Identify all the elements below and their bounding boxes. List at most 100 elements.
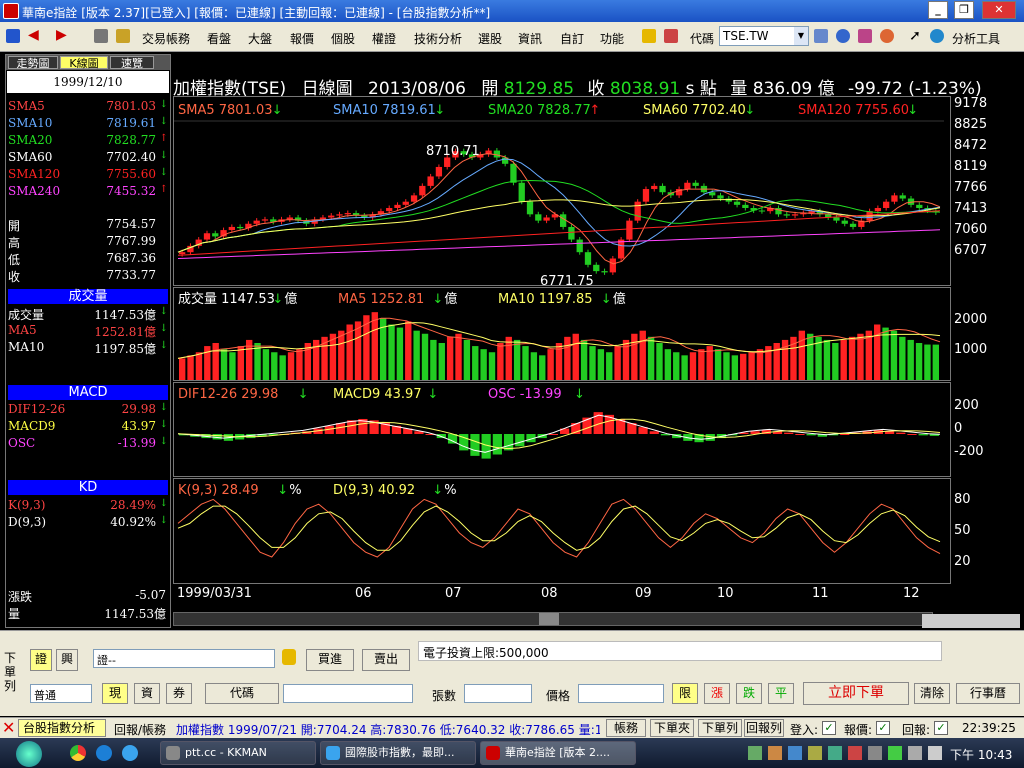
task-kkman[interactable]: ptt.cc - KKMAN xyxy=(160,741,316,765)
task-huanan[interactable]: 華南e指詮 [版本 2.... xyxy=(480,741,636,765)
tab-sell[interactable]: 興 xyxy=(56,649,78,671)
code-input[interactable]: TSE.TW ▼ xyxy=(719,26,809,46)
menu-item[interactable]: 資訊 xyxy=(518,30,542,47)
tray-icon[interactable] xyxy=(788,746,802,760)
volume-bar xyxy=(179,358,186,380)
calendar-icon[interactable] xyxy=(664,29,678,43)
place-order-button[interactable]: 立即下單 xyxy=(803,682,909,705)
clear-button[interactable]: 清除 xyxy=(914,683,950,704)
menu-item[interactable]: 自訂 xyxy=(560,30,584,47)
y-tick-label: -200 xyxy=(954,444,984,459)
lightning-icon[interactable] xyxy=(642,29,656,43)
tray-icon[interactable] xyxy=(888,746,902,760)
limit-down-button[interactable]: 跌 xyxy=(736,683,762,704)
account-select[interactable]: 證-- xyxy=(93,649,275,668)
order-type-select[interactable]: 普通 xyxy=(30,684,92,703)
close-tab-icon[interactable]: ✕ xyxy=(2,719,15,737)
ie-icon[interactable] xyxy=(122,745,138,761)
network-icon[interactable] xyxy=(908,746,922,760)
close-button[interactable]: ✕ xyxy=(982,1,1016,19)
volume-pane[interactable]: 成交量 1147.53 ↓ 億 MA5 1252.81 ↓ 億 MA10 1197.85 ↓ 億 xyxy=(173,287,951,381)
flat-price-button[interactable]: 平 xyxy=(768,683,794,704)
menu-item[interactable]: 看盤 xyxy=(207,30,231,47)
menu-item[interactable]: 交易帳務 xyxy=(142,30,190,47)
chevron-down-icon[interactable]: ▼ xyxy=(794,27,808,45)
start-button[interactable] xyxy=(2,739,58,767)
chart-tool-icons[interactable] xyxy=(922,614,1020,628)
menu-item[interactable]: 報價 xyxy=(290,30,314,47)
tab-chart-mode[interactable]: 走勢圖 xyxy=(8,56,58,70)
alert-icon[interactable] xyxy=(858,29,872,43)
tray-icon[interactable] xyxy=(808,746,822,760)
cursor-icon[interactable]: ➚ xyxy=(908,29,922,43)
query-icon[interactable] xyxy=(814,29,828,43)
tab-report[interactable]: 回報/帳務 xyxy=(114,721,166,738)
sell-button[interactable]: 賣出 xyxy=(362,649,410,671)
tab-index-analysis[interactable]: 台股指數分析 xyxy=(18,719,106,737)
menu-item[interactable]: 大盤 xyxy=(248,30,272,47)
menu-item[interactable]: 技術分析 xyxy=(414,30,462,47)
volume-bar xyxy=(589,346,596,380)
tab-chart-mode[interactable]: 速覽 xyxy=(110,56,154,70)
volume-bar xyxy=(338,330,345,380)
lock-icon[interactable] xyxy=(282,649,296,665)
restore-button[interactable]: ❐ xyxy=(954,1,974,19)
chrome-icon[interactable] xyxy=(70,745,86,761)
price-pane[interactable]: SMA5 7801.03 ↓ SMA10 7819.61 ↓ SMA20 7828.77… xyxy=(173,96,951,289)
windows-orb-icon[interactable] xyxy=(16,741,42,767)
menu-item[interactable]: 選股 xyxy=(478,30,502,47)
qty-stepper[interactable] xyxy=(464,684,532,703)
scrollbar-thumb[interactable] xyxy=(539,613,559,625)
analysis-icon[interactable] xyxy=(930,29,944,43)
indicator-row: 成交量 1147.53億 ↓ xyxy=(8,306,168,323)
limit-button[interactable]: 限 xyxy=(672,683,698,704)
code-field[interactable] xyxy=(283,684,413,703)
down-arrow-icon: ↓ xyxy=(432,292,443,307)
tray-icon[interactable] xyxy=(828,746,842,760)
search-icon[interactable] xyxy=(836,29,850,43)
order-bar-button[interactable]: 下單列 xyxy=(698,719,742,737)
login-status-label: 登入: xyxy=(790,723,819,737)
menu-item[interactable]: 權證 xyxy=(372,30,396,47)
menu-item[interactable]: 功能 xyxy=(600,30,624,47)
home-icon[interactable] xyxy=(6,29,20,43)
tools-icon[interactable] xyxy=(116,29,130,43)
macd-pane[interactable]: DIF12-26 29.98 ↓ MACD9 43.97 ↓ OSC -13.99 ↓ xyxy=(173,382,951,477)
tab-chart-mode[interactable]: K線圖 xyxy=(60,56,108,70)
cash-button[interactable]: 現 xyxy=(102,683,128,704)
chart-scrollbar[interactable] xyxy=(173,612,933,626)
order-folder-button[interactable]: 下單夾 xyxy=(650,719,694,737)
account-button[interactable]: 帳務 xyxy=(606,719,646,737)
print-icon[interactable] xyxy=(94,29,108,43)
price-stepper[interactable] xyxy=(578,684,664,703)
calendar-button[interactable]: 行事曆 xyxy=(956,683,1020,704)
down-arrow-icon: ↓ xyxy=(427,387,438,402)
menu-item[interactable]: 個股 xyxy=(331,30,355,47)
volume-bar xyxy=(438,343,445,380)
volume-icon[interactable] xyxy=(928,746,942,760)
analysis-tools-menu[interactable]: 分析工具 xyxy=(952,30,1000,47)
candle xyxy=(642,189,650,202)
candle xyxy=(916,204,923,208)
kd-pane[interactable]: K(9,3) 28.49 ↓% D(9,3) 40.92 ↓% xyxy=(173,478,951,584)
report-bar-button[interactable]: 回報列 xyxy=(744,719,784,737)
tab-buy[interactable]: 證 xyxy=(30,649,52,671)
browser-icon[interactable] xyxy=(96,745,112,761)
trend-arrow-icon: ↓ xyxy=(159,99,168,110)
task-ie[interactable]: 國際股市指數，最即... xyxy=(320,741,476,765)
user-icon[interactable] xyxy=(880,29,894,43)
buy-button[interactable]: 買進 xyxy=(306,649,354,671)
volume-bar xyxy=(446,336,454,380)
tray-icon[interactable] xyxy=(748,746,762,760)
back-icon[interactable]: ◀ xyxy=(28,28,42,43)
code-button[interactable]: 代碼 xyxy=(205,683,279,704)
tray-icon[interactable] xyxy=(868,746,882,760)
candle xyxy=(286,217,293,220)
tray-icon[interactable] xyxy=(848,746,862,760)
forward-icon[interactable]: ▶ xyxy=(56,28,70,43)
tray-icon[interactable] xyxy=(768,746,782,760)
margin-button[interactable]: 資 xyxy=(134,683,160,704)
limit-up-button[interactable]: 漲 xyxy=(704,683,730,704)
minimize-button[interactable]: _ xyxy=(928,1,948,19)
short-button[interactable]: 券 xyxy=(166,683,192,704)
